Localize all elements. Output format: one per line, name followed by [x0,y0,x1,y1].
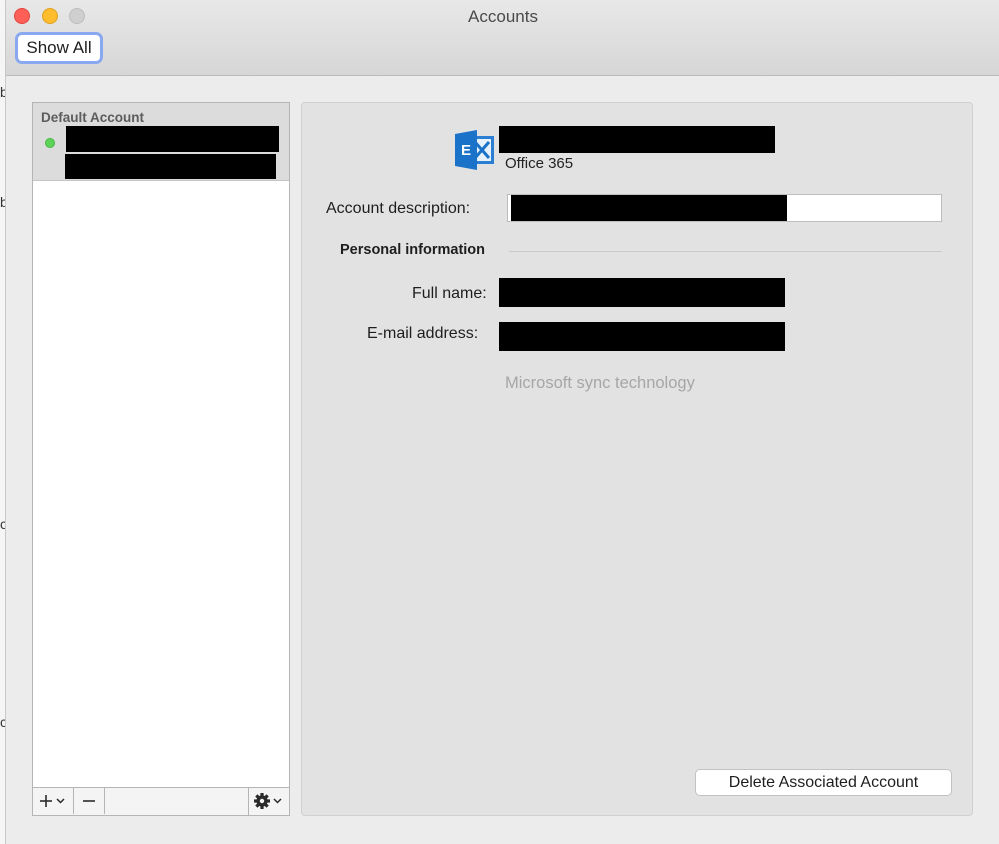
minus-icon [83,800,95,802]
account-list-item[interactable]: Default Account [33,103,289,181]
window-title: Accounts [468,7,538,26]
account-status-indicator [45,138,55,148]
show-all-button[interactable]: Show All [15,32,103,64]
accounts-window: Accounts Show All Default Account E Offi… [5,0,999,844]
redacted-description-value [511,195,787,221]
email-label: E-mail address: [367,325,479,342]
delete-associated-account-button[interactable]: Delete Associated Account [695,769,952,796]
redacted-account-name [66,126,279,152]
add-account-button[interactable] [33,788,74,814]
default-account-heading: Default Account [41,110,145,125]
sidebar-toolbar-spacer [105,788,249,815]
gear-icon [254,793,282,809]
redacted-account-email [65,154,276,179]
redacted-account-title [499,126,775,153]
full-name-field[interactable] [499,278,785,307]
section-divider [509,251,942,252]
section-title: Personal information [340,242,486,258]
email-field[interactable] [499,322,785,351]
plus-icon [40,795,65,807]
sidebar-toolbar [33,787,289,815]
account-type-label: Office 365 [505,155,574,172]
account-description-input[interactable] [507,194,942,222]
exchange-icon: E [455,130,494,170]
titlebar: Accounts Show All [6,0,999,76]
sync-technology-note: Microsoft sync technology [505,374,695,392]
svg-text:E: E [461,142,471,159]
account-description-label: Account description: [326,200,471,217]
account-actions-button[interactable] [249,788,289,814]
full-name-label: Full name: [412,285,487,302]
account-list[interactable]: Default Account [32,102,290,816]
account-detail-panel: E Office 365 Account description: Person… [301,102,973,816]
remove-account-button[interactable] [74,788,105,814]
